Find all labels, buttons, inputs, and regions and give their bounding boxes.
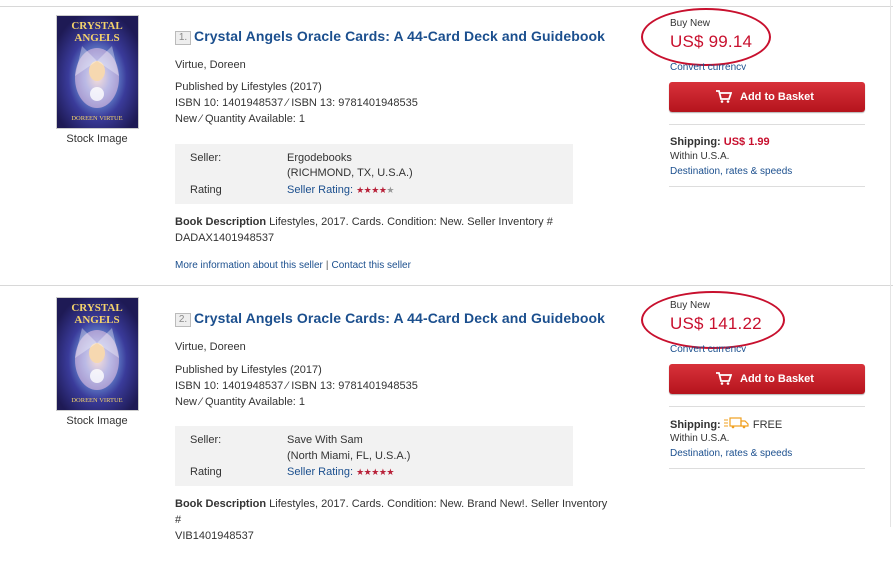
shopping-cart-icon: [716, 90, 732, 103]
book-title-link[interactable]: Crystal Angels Oracle Cards: A 44-Card D…: [194, 310, 605, 326]
book-cover-image[interactable]: CRYSTAL ANGELS DOREEN VIRTUE: [56, 15, 139, 129]
price-divider: [669, 406, 865, 407]
result-number: 1.: [175, 31, 191, 45]
convert-currency-link[interactable]: Convert currency: [670, 344, 746, 352]
seller-rating[interactable]: Seller Rating: ★★★★★: [287, 466, 394, 478]
book-description: Book Description Lifestyles, 2017. Cards…: [175, 214, 615, 246]
stock-image-label: Stock Image: [66, 133, 128, 145]
highlight-ellipse: [641, 291, 785, 349]
publisher: Published by Lifestyles (2017): [175, 81, 322, 93]
cover-title-line1: CRYSTAL: [71, 302, 122, 314]
inventory-number: VIB1401948537: [175, 530, 254, 542]
author: Virtue, Doreen: [175, 59, 246, 71]
cover-art: CRYSTAL ANGELS DOREEN VIRTUE: [57, 16, 138, 128]
seller-label: Seller:: [190, 434, 222, 446]
add-to-basket-button[interactable]: Add to Basket: [669, 364, 865, 394]
isbn: ISBN 10: 1401948537 ⁄ ISBN 13: 978140194…: [175, 97, 418, 109]
book-title-link[interactable]: Crystal Angels Oracle Cards: A 44-Card D…: [194, 28, 605, 44]
shipping-divider: [669, 186, 865, 187]
rating-label: Rating: [190, 466, 222, 478]
shipping-cost: FREE: [752, 419, 783, 431]
contact-seller-link[interactable]: Contact this seller: [331, 260, 410, 271]
price-divider: [669, 124, 865, 125]
quantity: New ⁄ Quantity Available: 1: [175, 113, 306, 125]
rating-label: Rating: [190, 184, 222, 196]
seller-rating[interactable]: Seller Rating: ★★★★★: [287, 184, 394, 196]
cover-author: DOREEN VIRTUE: [71, 397, 122, 404]
convert-currency-link[interactable]: Convert currency: [670, 62, 746, 70]
page-edge: [890, 0, 891, 527]
seller-location: (RICHMOND, TX, U.S.A.): [287, 167, 413, 179]
add-to-basket-button[interactable]: Add to Basket: [669, 82, 865, 112]
seller-links: More information about this seller | Conta…: [175, 260, 411, 271]
add-to-basket-label: Add to Basket: [740, 91, 814, 103]
truck-icon: [723, 417, 749, 429]
quantity: New ⁄ Quantity Available: 1: [175, 396, 306, 408]
cover-title-line1: CRYSTAL: [71, 20, 122, 32]
destination-rates-link[interactable]: Destination, rates & speeds: [670, 166, 792, 177]
rating-stars-icon: ★★★★★: [356, 185, 394, 195]
shipping-label: Shipping:: [670, 136, 721, 148]
seller-location: (North Miami, FL, U.S.A.): [287, 450, 411, 462]
seller-box: Seller: Ergodebooks (RICHMOND, TX, U.S.A…: [175, 144, 573, 204]
cover-art: CRYSTAL ANGELS DOREEN VIRTUE: [57, 298, 138, 410]
rating-stars-icon: ★★★★★: [356, 467, 394, 477]
shipping-label: Shipping:: [670, 419, 721, 431]
seller-name-link[interactable]: Save With Sam: [287, 434, 363, 446]
more-info-link[interactable]: More information about this seller: [175, 260, 323, 271]
publisher: Published by Lifestyles (2017): [175, 364, 322, 376]
seller-rating-link[interactable]: Seller Rating:: [287, 184, 353, 196]
author: Virtue, Doreen: [175, 341, 246, 353]
seller-rating-link[interactable]: Seller Rating:: [287, 466, 353, 478]
seller-name-link[interactable]: Ergodebooks: [287, 152, 352, 164]
destination-rates-link[interactable]: Destination, rates & speeds: [670, 448, 792, 459]
inventory-number: DADAX1401948537: [175, 232, 275, 244]
book-cover-image[interactable]: CRYSTAL ANGELS DOREEN VIRTUE: [56, 297, 139, 411]
add-to-basket-label: Add to Basket: [740, 373, 814, 385]
book-description: Book Description Lifestyles, 2017. Cards…: [175, 496, 615, 544]
description-label: Book Description: [175, 498, 267, 510]
shipping-region: Within U.S.A.: [670, 151, 730, 162]
shipping-region: Within U.S.A.: [670, 433, 730, 444]
description-text: Lifestyles, 2017. Cards. Condition: New.…: [269, 216, 553, 228]
shipping-cost: US$ 1.99: [723, 136, 770, 148]
cover-author: DOREEN VIRTUE: [71, 115, 122, 122]
isbn: ISBN 10: 1401948537 ⁄ ISBN 13: 978140194…: [175, 380, 418, 392]
listing-1: CRYSTAL ANGELS DOREEN VIRTUE Stock Image…: [0, 0, 893, 282]
result-number: 2.: [175, 313, 191, 327]
shipping: Shipping: US$ 1.99: [670, 136, 770, 148]
shipping: Shipping: FREE: [670, 417, 782, 431]
description-label: Book Description: [175, 216, 267, 228]
highlight-ellipse: [641, 8, 771, 66]
listing-2: CRYSTAL ANGELS DOREEN VIRTUE Stock Image…: [0, 282, 893, 564]
seller-label: Seller:: [190, 152, 222, 164]
stock-image-label: Stock Image: [66, 415, 128, 427]
shipping-divider: [669, 468, 865, 469]
shopping-cart-icon: [716, 372, 732, 385]
seller-box: Seller: Save With Sam (North Miami, FL, …: [175, 426, 573, 486]
cover-title-line2: ANGELS: [74, 32, 119, 44]
cover-title-line2: ANGELS: [74, 314, 119, 326]
